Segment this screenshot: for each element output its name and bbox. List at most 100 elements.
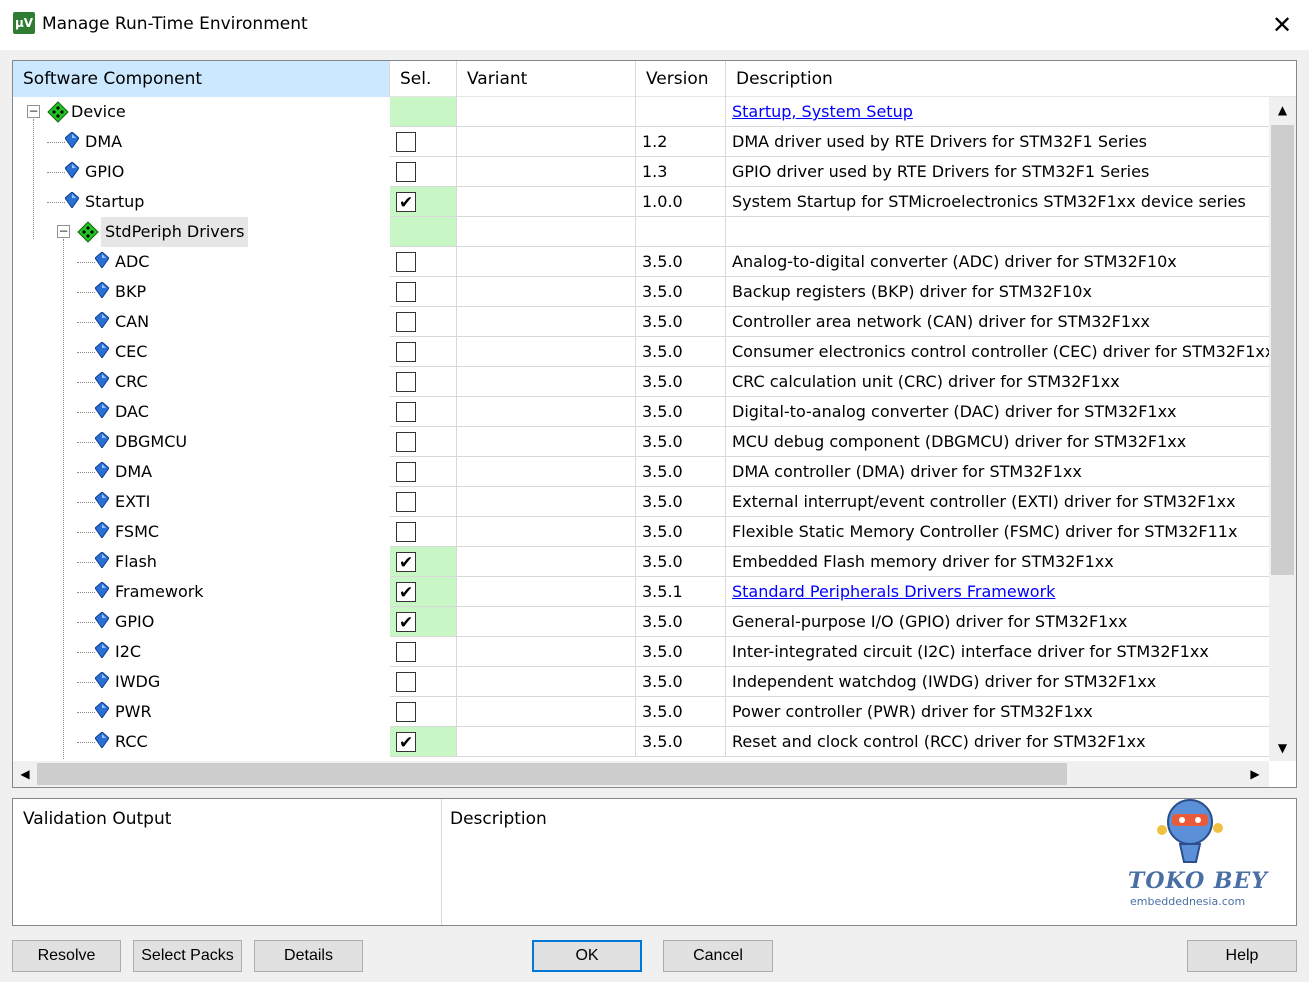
component-cell: DMA <box>13 457 390 487</box>
sel-cell <box>390 217 457 247</box>
component-cell: I2C <box>13 637 390 667</box>
select-checkbox[interactable] <box>396 252 416 272</box>
component-row[interactable]: PWR 3.5.0 Power controller (PWR) driver fo… <box>13 697 1269 727</box>
component-row[interactable]: FSMC 3.5.0 Flexible Static Memory Controll… <box>13 517 1269 547</box>
component-row[interactable]: GPIO 1.3 GPIO driver used by RTE Drivers f… <box>13 157 1269 187</box>
component-row[interactable]: CEC 3.5.0 Consumer electronics control con… <box>13 337 1269 367</box>
component-cell: GPIO <box>13 157 390 187</box>
tree-connector <box>77 532 95 533</box>
description-link[interactable]: Standard Peripherals Drivers Framework <box>732 582 1055 601</box>
description-cell: Startup, System Setup <box>726 97 1269 127</box>
component-row[interactable]: CAN 3.5.0 Controller area network (CAN) dr… <box>13 307 1269 337</box>
select-checkbox[interactable] <box>396 608 416 636</box>
select-checkbox[interactable] <box>396 548 416 576</box>
select-checkbox[interactable] <box>396 642 416 662</box>
component-icon <box>95 612 109 628</box>
version-cell: 3.5.0 <box>636 487 726 517</box>
component-icon <box>95 432 109 448</box>
select-checkbox[interactable] <box>396 702 416 722</box>
version-cell: 3.5.0 <box>636 727 726 757</box>
select-checkbox[interactable] <box>396 342 416 362</box>
details-button[interactable]: Details <box>254 940 363 972</box>
component-cell: CRC <box>13 367 390 397</box>
vertical-scrollbar[interactable]: ▲ ▼ <box>1269 97 1296 761</box>
select-checkbox[interactable] <box>396 282 416 302</box>
select-checkbox[interactable] <box>396 402 416 422</box>
vertical-scroll-thumb[interactable] <box>1271 125 1294 575</box>
component-cell: CEC <box>13 337 390 367</box>
collapse-icon[interactable]: − <box>27 105 40 118</box>
component-row[interactable]: DMA 3.5.0 DMA controller (DMA) driver for … <box>13 457 1269 487</box>
description-cell: Reset and clock control (RCC) driver for… <box>726 727 1269 757</box>
title-bar: µV Manage Run-Time Environment ✕ <box>0 0 1309 50</box>
column-header-description[interactable]: Description <box>726 61 1296 97</box>
version-cell: 3.5.0 <box>636 607 726 637</box>
tree-connector <box>77 652 95 653</box>
scroll-right-icon[interactable]: ▶ <box>1243 761 1267 787</box>
component-row[interactable]: Framework 3.5.1 Standard Peripherals Drive… <box>13 577 1269 607</box>
resolve-button[interactable]: Resolve <box>12 940 121 972</box>
select-checkbox[interactable] <box>396 462 416 482</box>
select-checkbox[interactable] <box>396 162 416 182</box>
select-checkbox[interactable] <box>396 492 416 512</box>
version-cell: 3.5.0 <box>636 547 726 577</box>
help-button[interactable]: Help <box>1187 940 1297 972</box>
validation-divider[interactable] <box>441 799 442 925</box>
component-row[interactable]: Startup 1.0.0System Startup for STMicroel… <box>13 187 1269 217</box>
column-header-variant[interactable]: Variant <box>457 61 636 97</box>
column-header-version[interactable]: Version <box>636 61 726 97</box>
component-row[interactable]: DAC 3.5.0 Digital-to-analog converter (DAC… <box>13 397 1269 427</box>
component-icon <box>95 312 109 328</box>
select-checkbox[interactable] <box>396 372 416 392</box>
component-row[interactable]: CRC 3.5.0 CRC calculation unit (CRC) drive… <box>13 367 1269 397</box>
select-checkbox[interactable] <box>396 312 416 332</box>
grid-header: Software Component Sel. Variant Version … <box>13 61 1296 97</box>
component-name: GPIO <box>85 162 125 181</box>
component-row[interactable]: GPIO 3.5.0General-purpose I/O (GPIO) driv… <box>13 607 1269 637</box>
scroll-left-icon[interactable]: ◀ <box>13 761 37 787</box>
variant-cell <box>457 187 636 217</box>
version-cell: 1.0.0 <box>636 187 726 217</box>
component-row[interactable]: DMA 1.2 DMA driver used by RTE Drivers for… <box>13 127 1269 157</box>
ok-button[interactable]: OK <box>532 940 642 972</box>
component-grid: Software Component Sel. Variant Version … <box>12 60 1297 788</box>
scroll-up-icon[interactable]: ▲ <box>1269 97 1296 123</box>
collapse-icon[interactable]: − <box>57 225 70 238</box>
select-checkbox[interactable] <box>396 132 416 152</box>
sel-cell <box>390 397 457 427</box>
close-icon[interactable]: ✕ <box>1262 8 1302 42</box>
select-checkbox[interactable] <box>396 672 416 692</box>
component-row[interactable]: I2C 3.5.0 Inter-integrated circuit (I2C) i… <box>13 637 1269 667</box>
component-icon <box>95 282 109 298</box>
component-row[interactable]: − Device Startup, System Setup <box>13 97 1269 127</box>
horizontal-scrollbar[interactable]: ◀ ▶ <box>13 761 1269 787</box>
select-checkbox[interactable] <box>396 578 416 606</box>
select-checkbox[interactable] <box>396 728 416 756</box>
validation-output-header: Validation Output <box>23 809 172 829</box>
tree-connector <box>77 472 95 473</box>
component-row[interactable]: RCC 3.5.0Reset and clock control (RCC) dr… <box>13 727 1269 757</box>
component-row[interactable]: DBGMCU 3.5.0 MCU debug component (DBGMCU) … <box>13 427 1269 457</box>
component-row[interactable]: BKP 3.5.0 Backup registers (BKP) driver fo… <box>13 277 1269 307</box>
component-icon <box>95 462 109 478</box>
select-packs-button[interactable]: Select Packs <box>133 940 242 972</box>
select-checkbox[interactable] <box>396 432 416 452</box>
component-row[interactable]: − StdPeriph Drivers <box>13 217 1269 247</box>
component-row[interactable]: ADC 3.5.0 Analog-to-digital converter (ADC… <box>13 247 1269 277</box>
version-cell: 3.5.0 <box>636 517 726 547</box>
column-header-sel[interactable]: Sel. <box>390 61 457 97</box>
select-checkbox[interactable] <box>396 522 416 542</box>
component-row[interactable]: EXTI 3.5.0 External interrupt/event contro… <box>13 487 1269 517</box>
sel-cell <box>390 187 457 217</box>
component-row[interactable]: Flash 3.5.0Embedded Flash memory driver f… <box>13 547 1269 577</box>
horizontal-scroll-thumb[interactable] <box>37 763 1067 785</box>
scroll-down-icon[interactable]: ▼ <box>1269 735 1296 761</box>
version-cell <box>636 97 726 127</box>
select-checkbox[interactable] <box>396 188 416 216</box>
description-link[interactable]: Startup, System Setup <box>732 102 913 121</box>
cancel-button[interactable]: Cancel <box>663 940 773 972</box>
sel-cell <box>390 97 457 127</box>
component-cell: − StdPeriph Drivers <box>13 217 390 247</box>
component-row[interactable]: IWDG 3.5.0 Independent watchdog (IWDG) dri… <box>13 667 1269 697</box>
column-header-software-component[interactable]: Software Component <box>13 61 390 97</box>
